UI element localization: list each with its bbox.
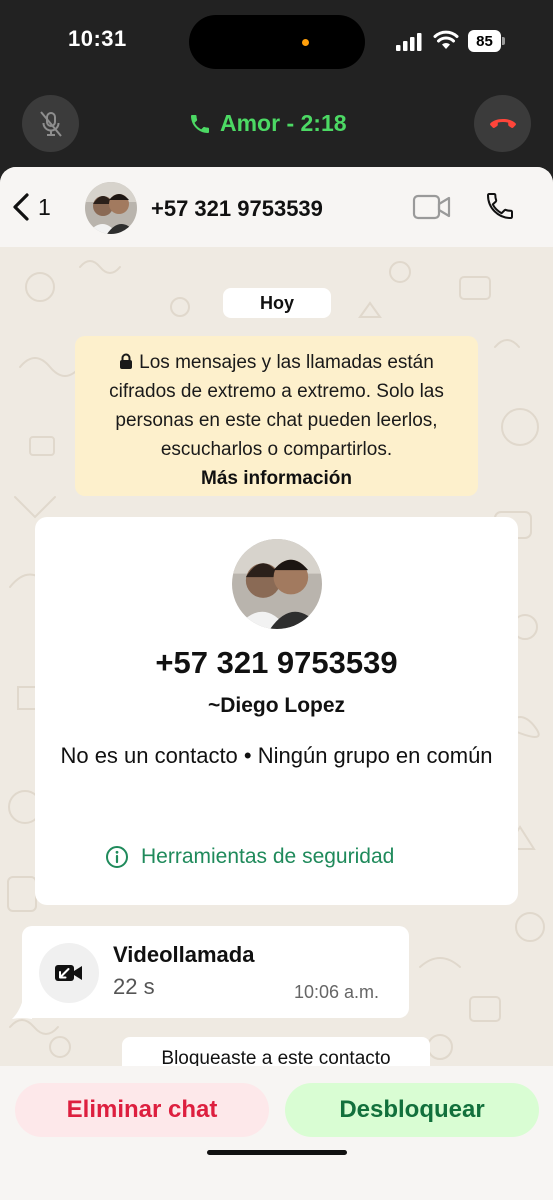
contact-push-name: ~Diego Lopez — [207, 694, 346, 717]
contact-info-card: +57 321 9753539 ~Diego Lopez No es un co… — [35, 517, 518, 905]
dynamic-island — [189, 15, 365, 69]
contact-phone: +57 321 9753539 — [155, 645, 398, 680]
contact-meta: No es un contacto • Ningún grupo en comú… — [60, 743, 493, 768]
status-bar: 10:31 85 — [0, 0, 553, 85]
unblock-button[interactable]: Desbloquear — [285, 1083, 539, 1137]
call-type: Videollamada — [113, 942, 255, 967]
hang-up-icon — [489, 118, 516, 128]
call-title-text: Amor - 2:18 — [220, 110, 347, 136]
mic-muted-icon — [39, 110, 62, 137]
status-time: 10:31 — [68, 26, 127, 51]
encryption-notice-text: Los mensajes y las llamadas están cifrad… — [109, 352, 444, 460]
message-timestamp: 10:06 a.m. — [294, 982, 380, 1002]
unread-count: 1 — [38, 193, 51, 220]
hang-up-button[interactable] — [474, 95, 531, 152]
battery-indicator: 85 — [468, 30, 506, 52]
avatar-photo — [232, 539, 322, 629]
more-info-link[interactable]: Más información — [201, 468, 352, 489]
wifi-icon — [433, 30, 459, 49]
voice-call-button[interactable] — [484, 190, 516, 227]
video-call-button[interactable] — [412, 193, 452, 226]
mute-button[interactable] — [22, 95, 79, 152]
safety-tools-button[interactable]: Herramientas de seguridad — [105, 845, 394, 869]
info-icon — [106, 846, 128, 868]
video-camera-icon — [412, 194, 451, 220]
call-message-bubble[interactable]: Videollamada 22 s 10:06 a.m. — [22, 926, 409, 1018]
chat-screen: 1 +57 321 9753539 Hoy Los mensajes y las… — [0, 167, 553, 1200]
avatar-photo — [85, 182, 137, 234]
incoming-video-call-icon — [55, 965, 82, 981]
encryption-notice[interactable]: Los mensajes y las llamadas están cifrad… — [75, 336, 478, 496]
privacy-indicator-dot — [302, 39, 309, 46]
delete-chat-button[interactable]: Eliminar chat — [15, 1083, 269, 1137]
contact-avatar-large[interactable] — [232, 539, 322, 629]
safety-tools-label: Herramientas de seguridad — [141, 845, 395, 868]
back-button[interactable]: 1 — [10, 192, 51, 222]
contact-name-header[interactable]: +57 321 9753539 — [151, 196, 323, 222]
call-icon-badge — [39, 943, 99, 1003]
lock-icon — [120, 353, 133, 369]
call-duration: 22 s — [113, 974, 155, 999]
phone-icon — [191, 114, 209, 133]
contact-avatar[interactable] — [85, 182, 137, 234]
date-separator: Hoy — [223, 288, 331, 318]
back-chevron-icon — [13, 193, 29, 221]
battery-level: 85 — [468, 30, 501, 52]
active-call-bar[interactable]: Amor - 2:18 — [0, 85, 553, 165]
cellular-signal-icon — [396, 33, 422, 51]
home-indicator[interactable] — [207, 1150, 347, 1155]
chat-header: 1 +57 321 9753539 — [0, 167, 553, 247]
blocked-actions-bar: Eliminar chat Desbloquear — [0, 1066, 553, 1200]
phone-icon — [487, 193, 513, 219]
call-title[interactable]: Amor - 2:18 — [188, 110, 347, 137]
